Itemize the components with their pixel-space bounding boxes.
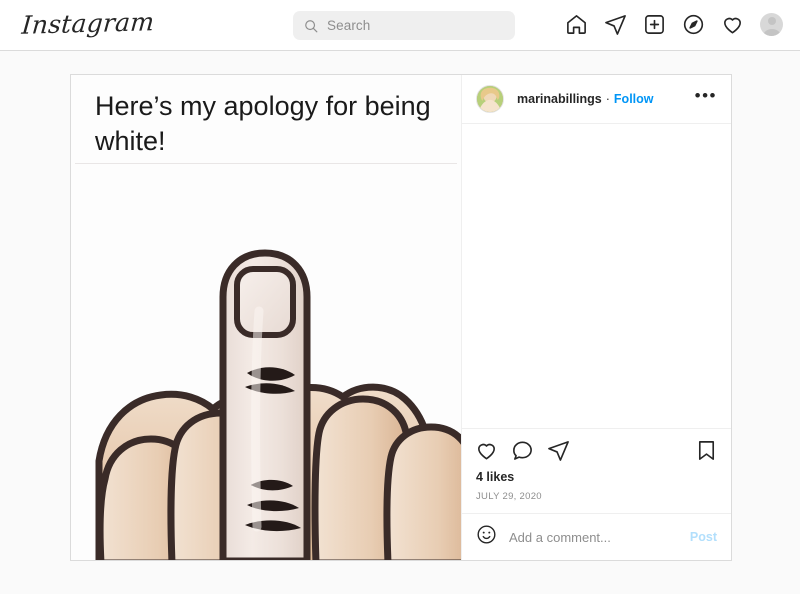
follow-button[interactable]: Follow [614,92,654,106]
meme-image: Here’s my apology for being white! [71,75,461,560]
meme-caption-text: Here’s my apology for being white! [95,91,431,157]
post-card: Here’s my apology for being white! marin… [70,74,732,561]
post-username[interactable]: marinabillings [517,92,602,106]
post-header: marinabillings · Follow ••• [462,75,731,124]
search-icon [305,19,318,32]
nav-icon-group [564,12,784,37]
home-icon[interactable] [564,12,589,37]
direct-message-icon[interactable] [603,12,628,37]
share-paper-plane-icon[interactable] [547,439,570,462]
post-options-icon[interactable]: ••• [695,87,717,106]
hand-illustration [95,249,461,560]
comments-list [462,124,731,428]
post-actions [462,428,731,472]
post-comment-button[interactable]: Post [690,530,717,544]
activity-heart-icon[interactable] [720,12,745,37]
bookmark-icon[interactable] [695,439,718,462]
instagram-logo[interactable]: Instagram [21,7,156,39]
search-input[interactable]: Search [293,11,515,40]
emoji-smiley-icon[interactable] [476,524,497,550]
username-separator: · [605,92,610,106]
post-media[interactable]: Here’s my apology for being white! [71,75,462,560]
post-date: JULY 29, 2020 [476,491,542,502]
comment-input[interactable] [509,529,690,545]
like-heart-icon[interactable] [475,439,498,462]
add-comment-bar: Post [462,513,731,560]
search-placeholder: Search [327,18,371,33]
profile-avatar[interactable] [759,12,784,37]
explore-icon[interactable] [681,12,706,37]
profile-avatar-image [760,13,783,36]
post-sidebar: marinabillings · Follow ••• 4 likes JULY… [462,75,731,560]
new-post-icon[interactable] [642,12,667,37]
app-header: Instagram Search [0,0,800,51]
comment-bubble-icon[interactable] [511,439,534,462]
likes-count[interactable]: 4 likes [462,470,731,484]
post-author-avatar[interactable] [476,85,504,113]
